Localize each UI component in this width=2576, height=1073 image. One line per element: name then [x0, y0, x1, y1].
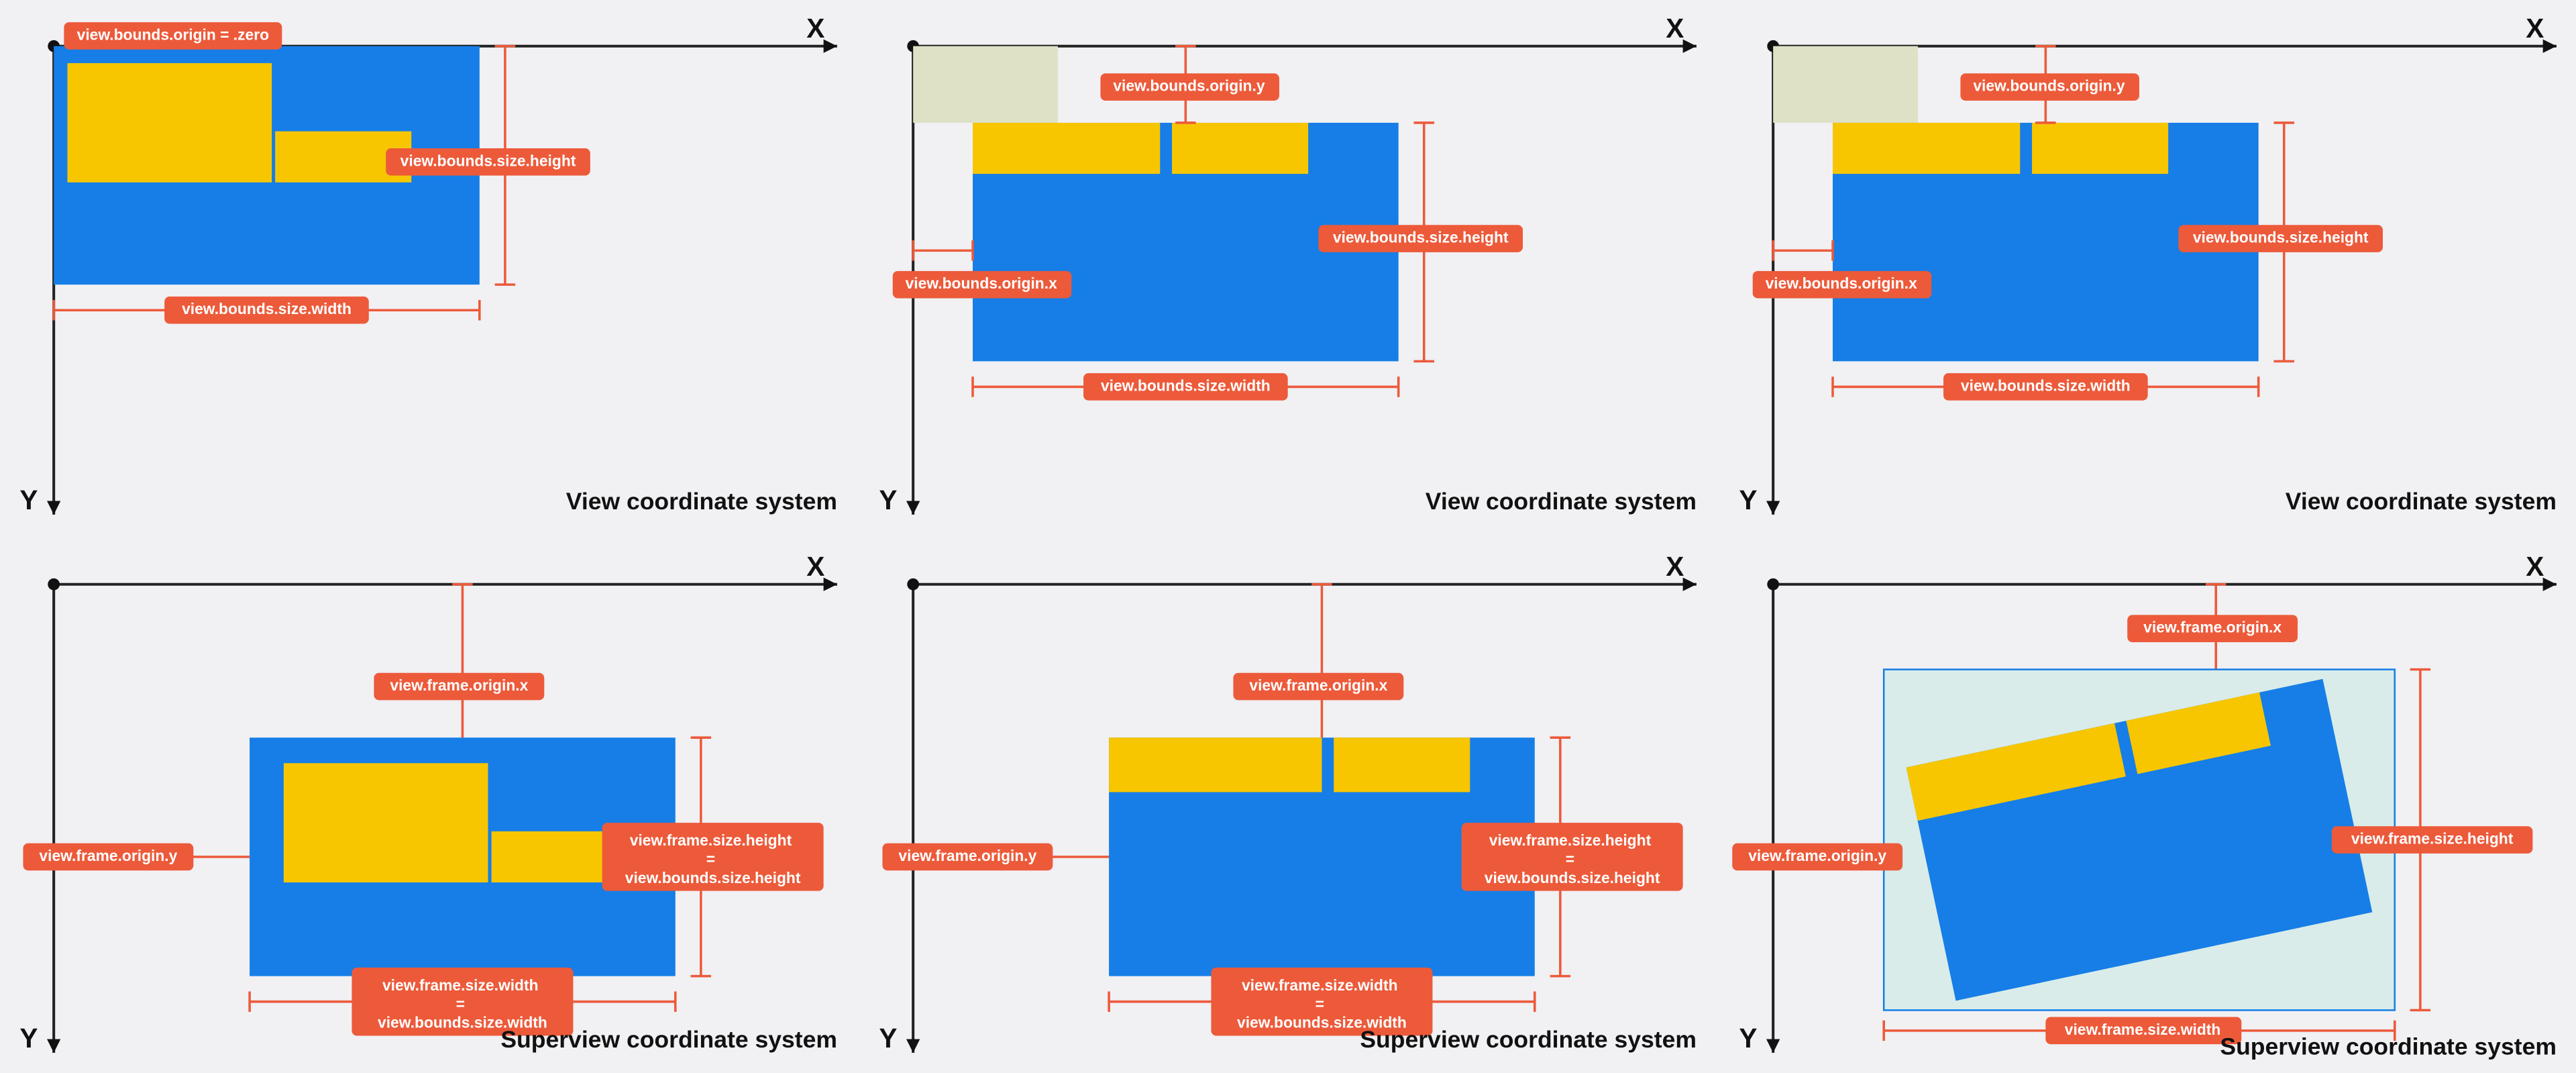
svg-text:X: X: [2526, 13, 2544, 44]
subview-1: [1833, 123, 2020, 174]
svg-text:Y: Y: [1739, 484, 1757, 515]
svg-text:view.frame.origin.y: view.frame.origin.y: [1748, 846, 1886, 864]
panel-caption: View coordinate system: [1426, 488, 1697, 515]
bounds-width-dim: view.bounds.size.width: [1833, 373, 2259, 401]
subview-2: [2032, 123, 2168, 174]
svg-text:view.bounds.size.width: view.bounds.size.width: [1961, 376, 2131, 394]
svg-text:view.frame.origin.x: view.frame.origin.x: [1250, 676, 1388, 694]
panel-caption: Superview coordinate system: [2220, 1033, 2557, 1060]
panel-caption: Superview coordinate system: [1360, 1026, 1697, 1053]
bounds-origin-tag: view.bounds.origin = .zero: [64, 22, 282, 50]
svg-text:view.frame.size.height: view.frame.size.height: [2351, 829, 2514, 847]
svg-text:Y: Y: [879, 484, 898, 515]
diagram-grid: X Y view.bounds.origin = .zero view.boun…: [0, 0, 2576, 1073]
svg-text:view.bounds.size.width: view.bounds.size.width: [1101, 376, 1271, 394]
bounds-width-dim: view.bounds.size.width: [54, 297, 480, 324]
ghost-rect: [1773, 46, 1918, 123]
svg-text:view.bounds.origin.y: view.bounds.origin.y: [1973, 77, 2125, 95]
frame-origin-x: view.frame.origin.x: [374, 584, 544, 737]
y-axis-label: Y: [19, 484, 38, 515]
svg-text:view.bounds.origin = .zero: view.bounds.origin = .zero: [77, 26, 269, 44]
svg-text:view.bounds.size.width: view.bounds.size.width: [182, 300, 352, 317]
svg-text:view.frame.origin.x: view.frame.origin.x: [390, 676, 528, 694]
subview-1: [1109, 737, 1322, 792]
bounds-width-dim: view.bounds.size.width: [973, 373, 1399, 401]
svg-text:view.frame.origin.y: view.frame.origin.y: [39, 846, 177, 864]
svg-text:view.bounds.size.height: view.bounds.size.height: [1333, 229, 1509, 246]
svg-text:view.frame.origin.y: view.frame.origin.y: [899, 846, 1037, 864]
panel-caption: View coordinate system: [566, 488, 837, 515]
bounds-origin-y: view.bounds.origin.y: [1101, 46, 1280, 123]
svg-text:Y: Y: [19, 1023, 38, 1054]
panel-top-mid: X Y view.bounds.origin.y: [862, 3, 1713, 533]
subview-2: [1334, 737, 1470, 792]
panel-caption: View coordinate system: [2285, 488, 2556, 515]
frame-origin-y: view.frame.origin.y: [1732, 843, 1902, 870]
svg-text:X: X: [1666, 13, 1684, 44]
panel-top-left: X Y view.bounds.origin = .zero view.boun…: [3, 3, 854, 533]
subview-1: [284, 763, 488, 882]
frame-origin-x: view.frame.origin.x: [1234, 584, 1404, 737]
subview-1: [67, 63, 272, 183]
svg-text:view.bounds.origin.x: view.bounds.origin.x: [1765, 274, 1917, 292]
svg-text:view.bounds.size.height: view.bounds.size.height: [2192, 229, 2368, 246]
ghost-rect: [913, 46, 1058, 123]
svg-text:view.frame.origin.x: view.frame.origin.x: [2143, 618, 2282, 635]
bounds-origin-y: view.bounds.origin.y: [1960, 46, 2139, 123]
frame-origin-y: view.frame.origin.y: [883, 843, 1110, 870]
frame-origin-x: view.frame.origin.x: [2127, 584, 2298, 669]
svg-text:X: X: [806, 551, 824, 582]
svg-text:view.bounds.origin.y: view.bounds.origin.y: [1114, 77, 1265, 95]
panel-bottom-left: X Y view.frame.origin.x view.frame.origi…: [3, 541, 854, 1071]
panel-top-right: X Y view.bounds.origin.y view.bounds.ori…: [1722, 3, 2573, 533]
x-axis-label: X: [806, 13, 824, 44]
svg-text:X: X: [1666, 551, 1684, 582]
svg-text:Y: Y: [1739, 1023, 1757, 1054]
svg-text:Y: Y: [879, 1023, 898, 1054]
svg-text:view.frame.size.width: view.frame.size.width: [2064, 1020, 2220, 1037]
svg-text:view.bounds.size.height: view.bounds.size.height: [400, 152, 576, 169]
svg-text:X: X: [2526, 551, 2544, 582]
frame-origin-y: view.frame.origin.y: [23, 843, 250, 870]
panel-bottom-right: X Y view.frame.origin.x: [1722, 541, 2573, 1071]
subview-2: [1172, 123, 1308, 174]
panel-bottom-mid: X Y view.frame.origin.x view.frame.origi…: [862, 541, 1713, 1071]
svg-text:view.bounds.origin.x: view.bounds.origin.x: [906, 274, 1057, 292]
panel-caption: Superview coordinate system: [500, 1026, 837, 1053]
subview-1: [973, 123, 1160, 174]
